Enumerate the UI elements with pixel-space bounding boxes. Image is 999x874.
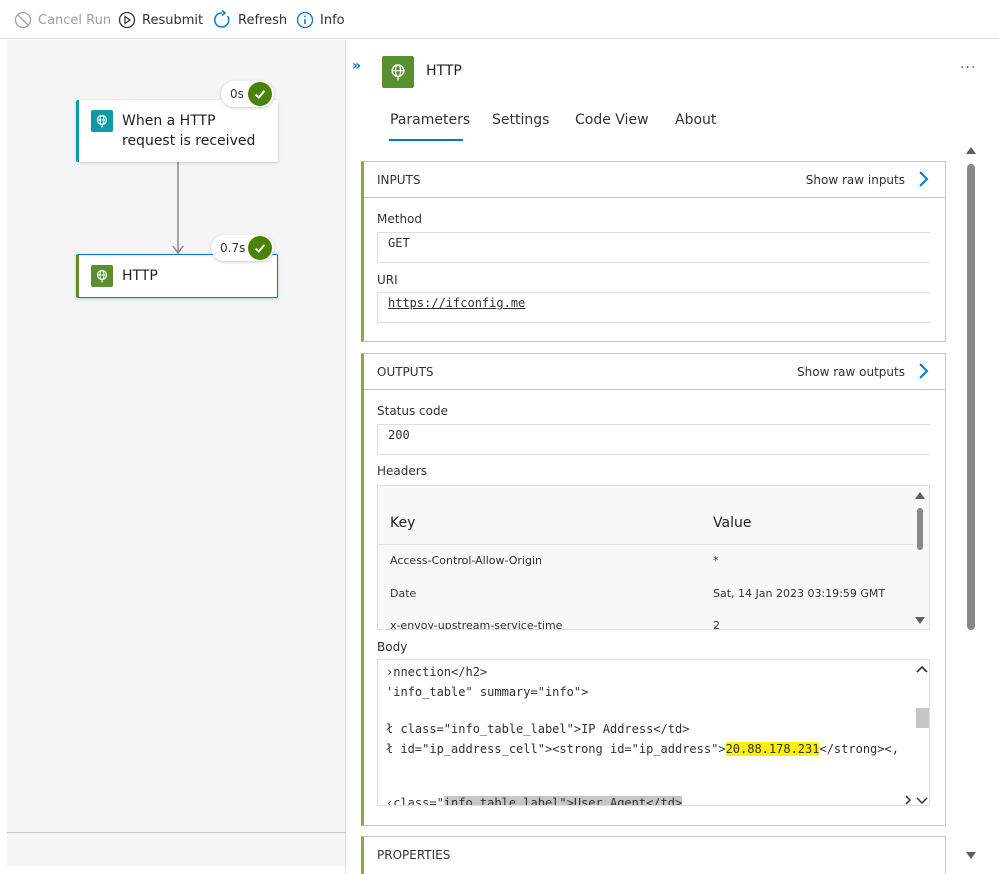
code-segment: ‹class="	[386, 796, 444, 806]
show-raw-outputs-link[interactable]: Show raw outputs	[797, 365, 905, 379]
properties-card: PROPERTIES	[361, 836, 946, 874]
collapse-panel-icon[interactable]: »	[352, 58, 361, 74]
scroll-up-icon[interactable]	[915, 492, 925, 499]
headers-scrollbar-thumb[interactable]	[917, 508, 923, 550]
header-row-key: x-envoy-upstream-service-time	[390, 619, 563, 630]
info-button[interactable]: Info	[296, 9, 345, 31]
info-label: Info	[320, 12, 345, 28]
body-label: Body	[377, 640, 408, 654]
cancel-icon	[14, 11, 32, 29]
more-options-icon[interactable]: ...	[960, 56, 976, 72]
canvas-divider	[7, 832, 345, 833]
scroll-down-icon[interactable]	[915, 617, 925, 624]
cancel-run-button[interactable]: Cancel Run	[14, 9, 111, 31]
properties-title: PROPERTIES	[377, 848, 451, 862]
method-value: GET	[388, 236, 410, 250]
code-line: ł id="ip_address_cell"><strong id="ip_ad…	[386, 742, 899, 756]
uri-field: https://ifconfig.me	[377, 292, 930, 323]
code-segment: ł id="ip_address_cell"><strong id="ip_ad…	[386, 742, 726, 756]
connector-arrow	[172, 162, 184, 255]
body-scrollbar-thumb[interactable]	[916, 708, 929, 728]
code-line: ›nnection</h2>	[386, 665, 488, 679]
panel-scroll-down-icon[interactable]	[966, 852, 976, 859]
http-node-title: HTTP	[122, 268, 158, 284]
chevron-right-icon[interactable]	[917, 170, 929, 188]
active-tab-indicator	[389, 139, 463, 141]
success-check-icon	[248, 236, 272, 260]
header-row-value: Sat, 14 Jan 2023 03:19:59 GMT	[713, 587, 886, 600]
headers-value-column: Value	[713, 515, 752, 531]
header-row-key: Access-Control-Allow-Origin	[390, 554, 543, 567]
trigger-duration-badge: 0s	[221, 81, 274, 107]
resubmit-label: Resubmit	[142, 12, 204, 28]
http-action-icon	[91, 265, 113, 287]
resubmit-icon	[118, 11, 136, 29]
refresh-label: Refresh	[238, 12, 288, 28]
trigger-node-title: When a HTTP request is received	[122, 113, 256, 149]
trigger-duration: 0s	[230, 87, 244, 101]
resubmit-button[interactable]: Resubmit	[118, 9, 203, 31]
code-line: ł class="info_table_label">IP Address</t…	[386, 722, 690, 736]
code-line: 'info_table" summary="info">	[386, 685, 589, 699]
uri-label: URI	[377, 273, 398, 287]
tab-parameters[interactable]: Parameters	[390, 112, 470, 128]
trigger-node[interactable]: When a HTTP request is received	[76, 100, 278, 162]
uri-value[interactable]: https://ifconfig.me	[388, 296, 525, 310]
show-raw-inputs-link[interactable]: Show raw inputs	[806, 173, 905, 187]
success-check-icon	[248, 82, 272, 106]
code-line: ‹class="info_table_label">User Agent</td…	[386, 796, 683, 806]
inputs-title: INPUTS	[377, 172, 421, 187]
header-row-key: Date	[390, 587, 417, 600]
outputs-title: OUTPUTS	[377, 364, 434, 379]
headers-label: Headers	[377, 464, 427, 478]
headers-key-column: Key	[390, 515, 416, 531]
toolbar: Cancel Run Resubmit Refresh Info	[0, 0, 999, 39]
cancel-run-label: Cancel Run	[38, 12, 112, 28]
method-label: Method	[377, 212, 423, 226]
headers-table: Key Value Access-Control-Allow-Origin * …	[377, 485, 930, 630]
ip-address-highlight: 20.88.178.231	[725, 742, 820, 756]
http-panel-icon	[382, 56, 414, 88]
outputs-header[interactable]: OUTPUTS Show raw outputs	[364, 354, 945, 390]
body-code-viewer[interactable]: ›nnection</h2> 'info_table" summary="inf…	[377, 659, 930, 806]
refresh-icon	[214, 10, 230, 28]
tab-about[interactable]: About	[675, 112, 716, 128]
panel-scrollbar-thumb[interactable]	[967, 164, 975, 630]
panel-scroll-up-icon[interactable]	[966, 147, 976, 154]
refresh-button[interactable]: Refresh	[212, 9, 287, 31]
status-code-field: 200	[377, 424, 930, 455]
status-code-label: Status code	[377, 404, 448, 418]
http-duration: 0.7s	[220, 241, 246, 255]
http-trigger-icon	[91, 110, 113, 132]
header-row-value: 2	[713, 619, 720, 630]
status-code-value: 200	[388, 428, 410, 442]
panel-title: HTTP	[426, 63, 462, 79]
chevron-right-down-icon[interactable]	[904, 795, 930, 805]
http-duration-badge: 0.7s	[211, 235, 274, 261]
header-row-value: *	[713, 554, 719, 567]
inputs-header[interactable]: INPUTS Show raw inputs	[364, 162, 945, 198]
properties-header[interactable]: PROPERTIES	[364, 837, 945, 873]
code-segment: </strong><,	[819, 742, 899, 756]
chevron-right-icon[interactable]	[917, 362, 929, 380]
tab-settings[interactable]: Settings	[492, 112, 549, 128]
info-icon	[296, 11, 314, 29]
headers-divider	[378, 544, 913, 545]
tab-code-view[interactable]: Code View	[575, 112, 649, 128]
chevron-up-icon[interactable]	[916, 664, 928, 674]
method-field: GET	[377, 232, 930, 263]
selected-text: info_table_label">User Agent</td>	[443, 796, 683, 805]
